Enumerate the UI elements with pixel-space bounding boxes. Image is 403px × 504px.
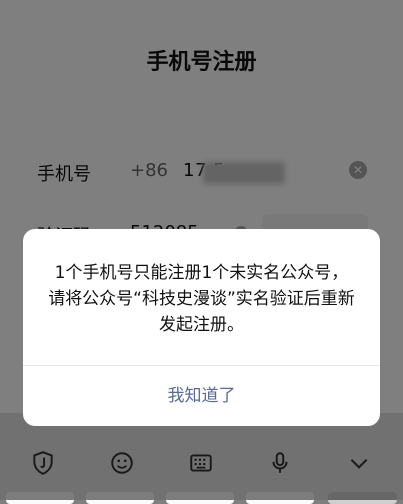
- dialog-message: 1个手机号只能注册1个未实名公众号，请将公众号“科技史漫谈”实名验证后重新发起注…: [48, 263, 355, 335]
- alert-dialog: 1个手机号只能注册1个未实名公众号，请将公众号“科技史漫谈”实名验证后重新发起注…: [23, 229, 380, 426]
- confirm-button[interactable]: 我知道了: [23, 366, 380, 426]
